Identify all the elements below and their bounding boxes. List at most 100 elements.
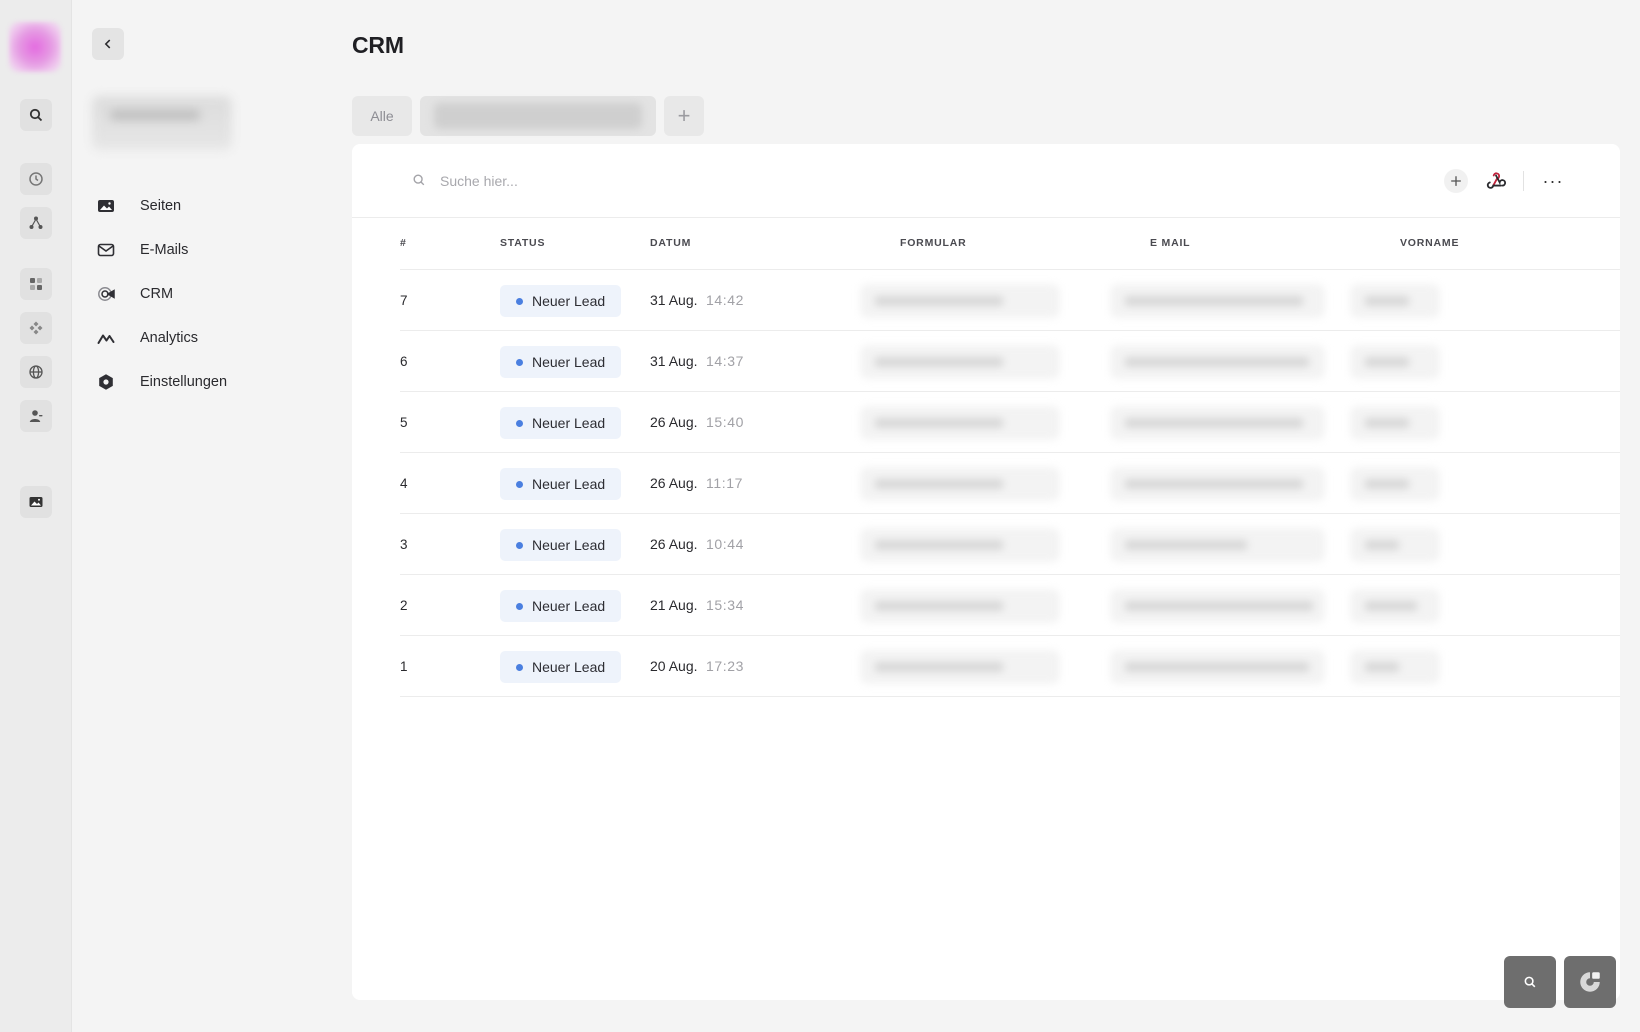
row-time: 17:23 — [706, 658, 745, 674]
status-badge[interactable]: Neuer Lead — [500, 590, 622, 622]
table-row[interactable]: 4 Neuer Lead 26 Aug. 11:17 — [400, 453, 1620, 514]
status-badge[interactable]: Neuer Lead — [500, 285, 622, 317]
row-number: 3 — [400, 537, 408, 552]
sidebar-item-label: Einstellungen — [140, 374, 228, 390]
sidebar-item-label: CRM — [140, 286, 174, 302]
email-cell-redacted — [1110, 406, 1325, 440]
search-input[interactable] — [440, 168, 840, 194]
column-header-formular[interactable]: FORMULAR — [900, 237, 966, 249]
row-time: 11:17 — [706, 475, 743, 491]
status-dot — [516, 359, 523, 366]
share-nodes-icon[interactable] — [20, 207, 52, 239]
dashboard-icon[interactable] — [20, 268, 52, 300]
add-record-button[interactable] — [1444, 169, 1468, 193]
status-dot — [516, 298, 523, 305]
row-number: 5 — [400, 415, 408, 430]
sidebar-item-seiten[interactable]: Seiten — [96, 184, 227, 228]
status-label: Neuer Lead — [532, 476, 606, 492]
row-date: 26 Aug. — [650, 475, 698, 491]
column-header-datum[interactable]: DATUM — [650, 237, 691, 249]
user-icon[interactable] — [20, 400, 52, 432]
row-number: 6 — [400, 354, 408, 369]
more-options-button[interactable]: ··· — [1538, 169, 1568, 193]
email-cell-redacted — [1110, 650, 1325, 684]
table-row[interactable]: 6 Neuer Lead 31 Aug. 14:37 — [400, 331, 1620, 392]
table-row[interactable]: 3 Neuer Lead 26 Aug. 10:44 — [400, 514, 1620, 575]
crm-table-panel: ··· # STATUS DATUM FORMULAR E MAIL VORNA… — [352, 144, 1620, 1000]
row-number: 1 — [400, 659, 408, 674]
image-icon — [96, 196, 116, 216]
email-cell-redacted — [1110, 528, 1325, 562]
settings-icon — [96, 372, 116, 392]
row-number: 2 — [400, 598, 408, 613]
formular-cell-redacted — [860, 650, 1060, 684]
add-tab-button[interactable]: + — [664, 96, 704, 136]
globe-icon[interactable] — [20, 356, 52, 388]
row-time: 10:44 — [706, 536, 745, 552]
row-date: 21 Aug. — [650, 597, 698, 613]
chevron-left-icon — [104, 39, 111, 49]
email-cell-redacted — [1110, 467, 1325, 501]
column-header-status[interactable]: STATUS — [500, 237, 545, 249]
plus-icon — [1451, 176, 1461, 186]
status-label: Neuer Lead — [532, 415, 606, 431]
vorname-cell-redacted — [1350, 284, 1440, 318]
workspace-avatar[interactable] — [9, 22, 61, 72]
column-header-number[interactable]: # — [400, 237, 407, 249]
sidebar-item-crm[interactable]: CRM — [96, 272, 227, 316]
search-icon — [412, 173, 428, 189]
toolbar-divider — [1523, 171, 1524, 191]
status-badge[interactable]: Neuer Lead — [500, 468, 622, 500]
column-header-vorname[interactable]: VORNAME — [1400, 237, 1459, 249]
row-date: 26 Aug. — [650, 536, 698, 552]
view-tabs: Alle + — [352, 96, 704, 136]
table-row[interactable]: 7 Neuer Lead 31 Aug. 14:42 — [400, 270, 1620, 331]
formular-cell-redacted — [860, 589, 1060, 623]
search-icon[interactable] — [20, 99, 52, 131]
webhook-icon — [1486, 172, 1507, 189]
row-time: 14:42 — [706, 292, 745, 308]
status-badge[interactable]: Neuer Lead — [500, 407, 622, 439]
workspace-name[interactable] — [92, 96, 232, 150]
vorname-cell-redacted — [1350, 650, 1440, 684]
table-row[interactable]: 2 Neuer Lead 21 Aug. 15:34 — [400, 575, 1620, 636]
sidebar-item-analytics[interactable]: Analytics — [96, 316, 227, 360]
status-label: Neuer Lead — [532, 598, 606, 614]
image-icon[interactable] — [20, 486, 52, 518]
tab-view-redacted[interactable] — [420, 96, 656, 136]
sidebar-item-e-mails[interactable]: E-Mails — [96, 228, 227, 272]
status-dot — [516, 664, 523, 671]
history-icon[interactable] — [20, 163, 52, 195]
table-row[interactable]: 5 Neuer Lead 26 Aug. 15:40 — [400, 392, 1620, 453]
row-number: 4 — [400, 476, 408, 491]
webhook-button[interactable] — [1482, 167, 1510, 195]
sidebar-item-label: E-Mails — [140, 242, 189, 258]
collapse-sidebar-button[interactable] — [92, 28, 124, 60]
row-number: 7 — [400, 293, 408, 308]
email-cell-redacted — [1110, 345, 1325, 379]
tab-alle[interactable]: Alle — [352, 96, 412, 136]
column-header-email[interactable]: E MAIL — [1150, 237, 1190, 249]
status-dot — [516, 420, 523, 427]
status-badge[interactable]: Neuer Lead — [500, 529, 622, 561]
sidebar-item-label: Analytics — [140, 330, 199, 346]
row-time: 15:40 — [706, 414, 745, 430]
floating-help-button[interactable] — [1564, 956, 1616, 1008]
sidebar-item-einstellungen[interactable]: Einstellungen — [96, 360, 227, 404]
chart-line-icon — [96, 328, 116, 348]
vorname-cell-redacted — [1350, 528, 1440, 562]
status-label: Neuer Lead — [532, 537, 606, 553]
crm-icon — [96, 284, 116, 304]
page-title: CRM — [352, 32, 404, 58]
table-toolbar: ··· — [352, 144, 1620, 218]
status-badge[interactable]: Neuer Lead — [500, 651, 622, 683]
status-badge[interactable]: Neuer Lead — [500, 346, 622, 378]
components-icon[interactable] — [20, 312, 52, 344]
email-cell-redacted — [1110, 589, 1325, 623]
table-row[interactable]: 1 Neuer Lead 20 Aug. 17:23 — [400, 636, 1620, 697]
table-header: # STATUS DATUM FORMULAR E MAIL VORNAME — [400, 218, 1620, 270]
vorname-cell-redacted — [1350, 345, 1440, 379]
vorname-cell-redacted — [1350, 467, 1440, 501]
floating-search-button[interactable] — [1504, 956, 1556, 1008]
status-dot — [516, 481, 523, 488]
